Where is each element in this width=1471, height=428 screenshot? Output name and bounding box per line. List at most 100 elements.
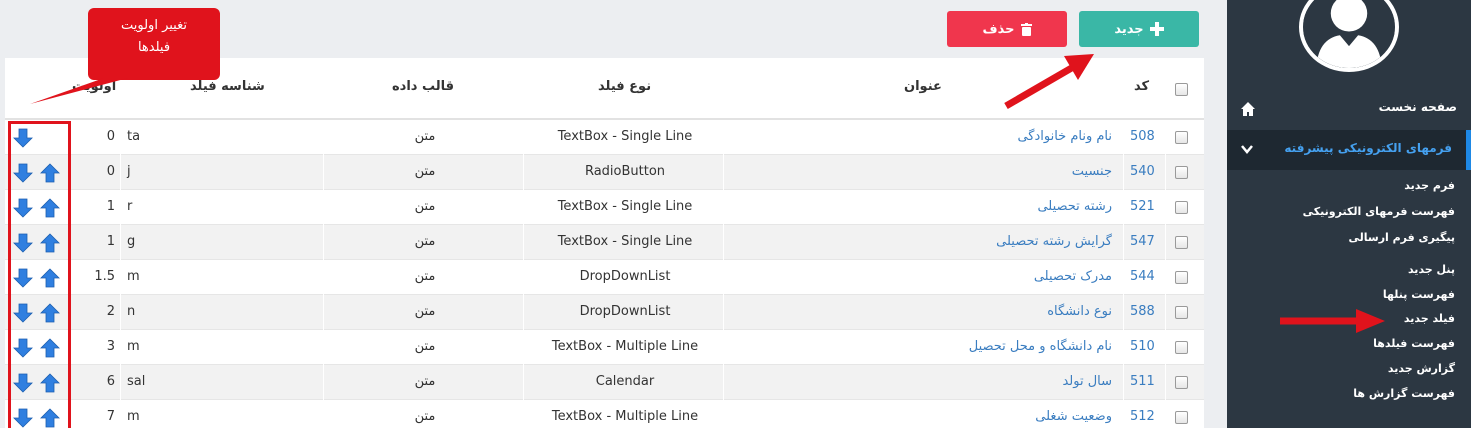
row-field-id: j <box>127 164 131 179</box>
row-code[interactable]: 588 <box>1130 304 1155 319</box>
sidebar-home-label: صفحه نخست <box>1378 100 1457 114</box>
column-separator <box>1165 365 1166 400</box>
column-separator <box>1123 120 1124 155</box>
header-format[interactable]: قالب داده <box>392 79 454 94</box>
column-separator <box>323 295 324 330</box>
delete-button[interactable]: حذف <box>947 11 1067 47</box>
row-data-format: متن <box>414 129 436 144</box>
sidebar-item-track-form[interactable]: پیگیری فرم ارسالی <box>1348 231 1455 244</box>
sidebar-item-panels-list[interactable]: فهرست پنلها <box>1383 288 1455 301</box>
row-priority: 0 <box>106 129 115 144</box>
row-code[interactable]: 512 <box>1130 409 1155 424</box>
column-separator <box>120 225 121 260</box>
chevron-down-icon <box>1241 145 1253 154</box>
row-checkbox[interactable] <box>1175 236 1188 249</box>
row-title-link[interactable]: مدرک تحصیلی <box>1034 269 1112 284</box>
sidebar-item-new-form[interactable]: فرم جدید <box>1404 179 1455 192</box>
sidebar-item-reports-list[interactable]: فهرست گزارش ها <box>1353 387 1455 400</box>
select-all-checkbox[interactable] <box>1175 83 1188 96</box>
row-field-id: m <box>127 339 140 354</box>
user-avatar[interactable] <box>1299 0 1399 72</box>
sidebar-item-advanced-forms[interactable]: فرمهای الکترونیکی پیشرفته <box>1227 130 1471 170</box>
row-title-link[interactable]: رشته تحصیلی <box>1037 199 1112 214</box>
row-data-format: متن <box>414 269 436 284</box>
trash-icon <box>1020 22 1032 36</box>
column-separator <box>120 120 121 155</box>
row-code[interactable]: 508 <box>1130 129 1155 144</box>
column-separator <box>120 155 121 190</box>
row-title-link[interactable]: وضعیت شغلی <box>1035 409 1112 424</box>
row-title-link[interactable]: گرایش رشته تحصیلی <box>996 234 1112 249</box>
new-button[interactable]: جدید <box>1079 11 1199 47</box>
column-separator <box>323 155 324 190</box>
row-checkbox[interactable] <box>1175 306 1188 319</box>
row-checkbox[interactable] <box>1175 376 1188 389</box>
header-priority[interactable]: اولویت <box>72 79 116 94</box>
column-separator <box>323 190 324 225</box>
row-checkbox[interactable] <box>1175 411 1188 424</box>
row-title-link[interactable]: جنسیت <box>1072 164 1112 179</box>
row-title-link[interactable]: سال تولد <box>1062 374 1112 389</box>
table-row[interactable]: 544 مدرک تحصیلی DropDownList متن m 1.5 <box>5 260 1204 295</box>
row-title-link[interactable]: نام ونام خانوادگی <box>1017 129 1112 144</box>
column-separator <box>1165 155 1166 190</box>
priority-arrows-highlight <box>8 121 71 428</box>
row-title-link[interactable]: نام دانشگاه و محل تحصیل <box>969 339 1112 354</box>
row-field-id: ta <box>127 129 141 144</box>
row-code[interactable]: 521 <box>1130 199 1155 214</box>
sidebar-item-home[interactable]: صفحه نخست <box>1227 92 1471 126</box>
row-checkbox[interactable] <box>1175 166 1188 179</box>
table-row[interactable]: 588 نوع دانشگاه DropDownList متن n 2 <box>5 295 1204 330</box>
row-data-format: متن <box>414 374 436 389</box>
header-code[interactable]: کد <box>1134 79 1149 94</box>
header-type[interactable]: نوع فیلد <box>598 79 651 94</box>
row-code[interactable]: 511 <box>1130 374 1155 389</box>
column-separator <box>1123 295 1124 330</box>
callout-line-2: فیلدها <box>137 40 171 55</box>
table-row[interactable]: 512 وضعیت شغلی TextBox - Multiple Line متن m… <box>5 400 1204 428</box>
row-data-format: متن <box>414 304 436 319</box>
row-checkbox[interactable] <box>1175 271 1188 284</box>
sidebar-item-new-field[interactable]: فیلد جدید <box>1404 312 1455 325</box>
sidebar-item-new-panel[interactable]: پنل جدید <box>1408 263 1455 276</box>
row-code[interactable]: 510 <box>1130 339 1155 354</box>
row-field-type: TextBox - Multiple Line <box>551 339 699 354</box>
user-icon <box>1303 0 1395 68</box>
sidebar-item-fields-list[interactable]: فهرست فیلدها <box>1373 337 1455 350</box>
row-field-type: DropDownList <box>579 269 671 284</box>
row-field-id: sal <box>127 374 146 389</box>
column-separator <box>1165 260 1166 295</box>
row-checkbox[interactable] <box>1175 201 1188 214</box>
table-row[interactable]: 521 رشته تحصیلی TextBox - Single Line متن r 1 <box>5 190 1204 225</box>
row-field-id: r <box>127 199 133 214</box>
table-row[interactable]: 510 نام دانشگاه و محل تحصیل TextBox - Mult… <box>5 330 1204 365</box>
row-data-format: متن <box>414 409 436 424</box>
row-checkbox[interactable] <box>1175 131 1188 144</box>
row-code[interactable]: 547 <box>1130 234 1155 249</box>
annotation-callout: تغییر اولویت فیلدها <box>88 8 220 80</box>
column-separator <box>1123 400 1124 428</box>
column-separator <box>1123 225 1124 260</box>
header-title[interactable]: عنوان <box>904 79 942 94</box>
column-separator <box>323 120 324 155</box>
table-row[interactable]: 547 گرایش رشته تحصیلی TextBox - Single Lin… <box>5 225 1204 260</box>
sidebar-item-forms-list[interactable]: فهرست فرمهای الکترونیکی <box>1303 205 1455 218</box>
table-row[interactable]: 540 جنسیت RadioButton متن j 0 <box>5 155 1204 190</box>
row-code[interactable]: 544 <box>1130 269 1155 284</box>
delete-button-label: حذف <box>982 21 1015 37</box>
row-checkbox[interactable] <box>1175 341 1188 354</box>
header-ident[interactable]: شناسه فیلد <box>190 79 265 94</box>
table-row[interactable]: 508 نام ونام خانوادگی TextBox - Single Lin… <box>5 120 1204 155</box>
row-field-type: RadioButton <box>584 164 666 179</box>
column-separator <box>1123 330 1124 365</box>
callout-line-1: تغییر اولویت <box>121 18 187 33</box>
row-title-link[interactable]: نوع دانشگاه <box>1047 304 1112 319</box>
sidebar-item-new-report[interactable]: گزارش جدید <box>1388 362 1455 375</box>
row-field-type: TextBox - Single Line <box>557 129 693 144</box>
row-priority: 1.5 <box>94 269 115 284</box>
row-field-id: m <box>127 409 140 424</box>
column-separator <box>323 225 324 260</box>
table-row[interactable]: 511 سال تولد Calendar متن sal 6 <box>5 365 1204 400</box>
column-separator <box>323 260 324 295</box>
row-code[interactable]: 540 <box>1130 164 1155 179</box>
